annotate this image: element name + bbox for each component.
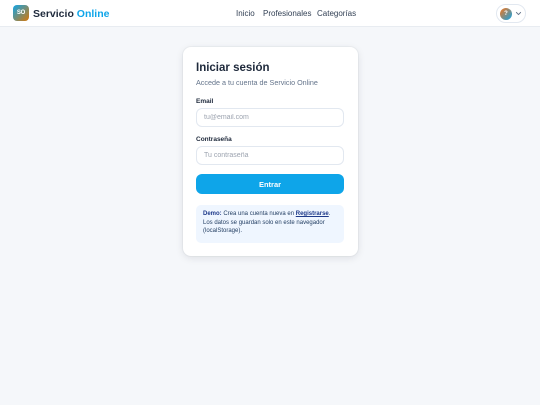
brand-name-part2: Online: [76, 8, 110, 20]
register-link[interactable]: Registrarse: [296, 211, 329, 217]
brand-logo[interactable]: SO: [13, 5, 29, 21]
notice-line2: Los datos se guardan solo en este navega…: [203, 219, 325, 226]
nav-link-inicio[interactable]: Inicio: [236, 9, 255, 19]
navbar: SO Servicio Online Inicio Profesionales …: [0, 0, 540, 27]
password-label: Contraseña: [196, 136, 232, 143]
avatar-initial: ?: [504, 11, 508, 17]
notice-line3: (localStorage).: [203, 228, 243, 234]
email-field[interactable]: [196, 108, 344, 127]
page-subtitle: Accede a tu cuenta de Servicio Online: [196, 78, 318, 87]
nav-link-categorias[interactable]: Categorías: [317, 9, 356, 19]
chevron-down-icon: [515, 11, 522, 16]
notice-text: Crea una cuenta nueva en: [221, 211, 296, 217]
password-field[interactable]: [196, 146, 344, 165]
demo-notice: Demo: Crea una cuenta nueva en Registrar…: [196, 205, 344, 243]
brand-name[interactable]: Servicio Online: [33, 8, 109, 20]
email-label: Email: [196, 98, 214, 105]
avatar: ?: [500, 8, 512, 20]
user-menu-button[interactable]: ?: [496, 4, 526, 23]
login-card: Iniciar sesión Accede a tu cuenta de Ser…: [183, 47, 358, 256]
brand-name-part1: Servicio: [33, 8, 74, 20]
page-title: Iniciar sesión: [196, 62, 270, 74]
notice-prefix: Demo:: [203, 211, 222, 217]
submit-button[interactable]: Entrar: [196, 174, 344, 194]
brand-logo-initials: SO: [16, 10, 26, 16]
nav-link-profesionales[interactable]: Profesionales: [263, 9, 311, 19]
